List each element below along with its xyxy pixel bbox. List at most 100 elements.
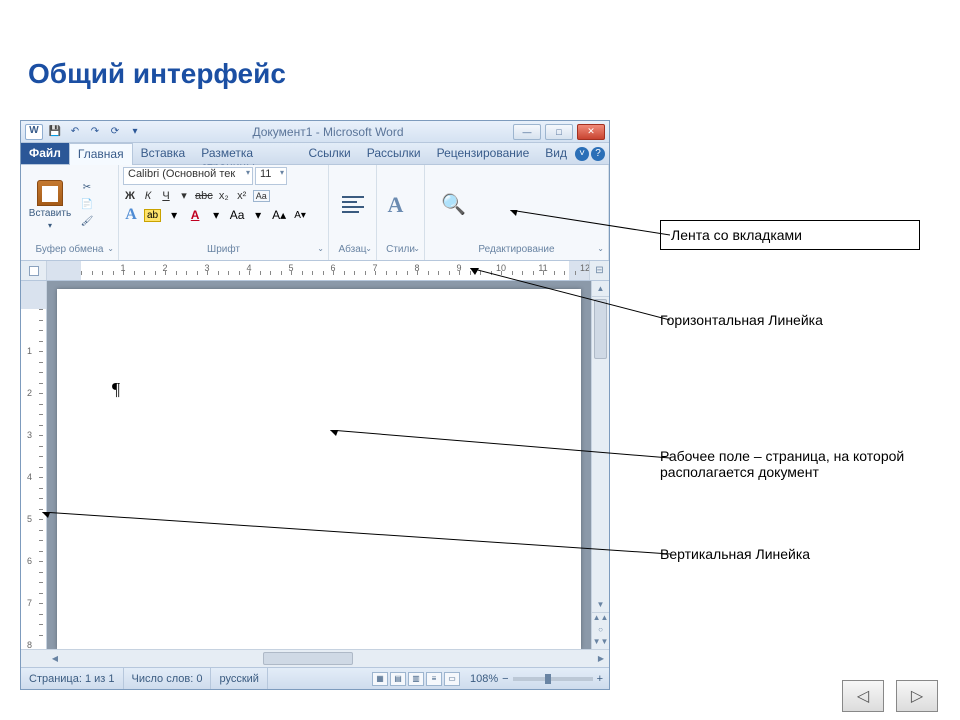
zoom-slider[interactable] (513, 677, 593, 681)
group-editing: 🔍 Редактирование (425, 165, 609, 260)
text-effects-icon[interactable]: A (123, 206, 139, 224)
next-slide-button[interactable]: ▷ (896, 680, 938, 712)
clipboard-icon (37, 180, 63, 206)
hscroll-thumb[interactable] (263, 652, 353, 665)
prev-page-icon[interactable]: ▲▲ (592, 613, 609, 625)
status-page[interactable]: Страница: 1 из 1 (21, 668, 124, 689)
align-icon (342, 194, 364, 216)
grow-font-icon[interactable]: A▴ (271, 208, 287, 222)
group-font-label: Шрифт (119, 244, 328, 260)
bold-button[interactable]: Ж (123, 190, 137, 202)
tab-file[interactable]: Файл (21, 143, 69, 164)
scroll-up-icon[interactable]: ▲ (592, 281, 609, 297)
statusbar: Страница: 1 из 1 Число слов: 0 русский ▦… (21, 667, 609, 689)
redo-icon[interactable]: ↷ (87, 124, 103, 140)
underline-button[interactable]: Ч (159, 190, 173, 202)
view-buttons: ▦ ▤ ▥ ≡ ▭ (368, 672, 464, 686)
scroll-thumb[interactable] (594, 299, 607, 359)
page[interactable]: ¶ (57, 289, 581, 649)
browse-object-icon[interactable]: ○ (592, 625, 609, 637)
paste-label: Вставить (29, 208, 71, 219)
vruler-number: 2 (27, 388, 32, 398)
minimize-button[interactable]: — (513, 124, 541, 140)
titlebar: W 💾 ↶ ↷ ⟳ ▾ Документ1 - Microsoft Word —… (21, 121, 609, 143)
ruler-toggle-icon[interactable]: ⊟ (589, 261, 609, 280)
vruler-number: 8 (27, 640, 32, 649)
maximize-button[interactable]: □ (545, 124, 573, 140)
vertical-scrollbar[interactable]: ▲ ▼ ▲▲ ○ ▼▼ (591, 281, 609, 649)
view-print-icon[interactable]: ▦ (372, 672, 388, 686)
help-icon[interactable]: ? (591, 147, 605, 161)
group-styles: A Стили (377, 165, 425, 260)
scroll-left-icon[interactable]: ◀ (47, 650, 63, 667)
ribbon-min-icon[interactable]: ˅ (575, 147, 589, 161)
word-logo-icon[interactable]: W (25, 124, 43, 140)
zoom-value[interactable]: 108% (470, 673, 498, 685)
close-button[interactable]: ✕ (577, 124, 605, 140)
horizontal-ruler[interactable]: 123456789101112 (47, 261, 589, 280)
undo-icon[interactable]: ↶ (67, 124, 83, 140)
strike-button[interactable]: abc (195, 190, 213, 202)
next-page-icon[interactable]: ▼▼ (592, 637, 609, 649)
tab-layout[interactable]: Разметка страницы (193, 143, 300, 164)
callout-ribbon: Лента со вкладками (660, 220, 920, 250)
word-window: W 💾 ↶ ↷ ⟳ ▾ Документ1 - Microsoft Word —… (20, 120, 610, 690)
tab-home[interactable]: Главная (69, 143, 133, 165)
work-area: 12345678 ¶ ▲ ▼ ▲▲ ○ ▼▼ (21, 281, 609, 649)
refresh-icon[interactable]: ⟳ (107, 124, 123, 140)
save-icon[interactable]: 💾 (47, 124, 63, 140)
callout-workarea: Рабочее поле – страница, на которой расп… (660, 448, 910, 480)
italic-button[interactable]: К (141, 190, 155, 202)
tab-insert[interactable]: Вставка (133, 143, 194, 164)
copy-icon[interactable]: 📄 (79, 198, 95, 212)
group-font: Calibri (Основной тек 11 Ж К Ч ▾ abc x₂ … (119, 165, 329, 260)
zoom-out-icon[interactable]: − (502, 673, 508, 685)
quick-access-toolbar: W 💾 ↶ ↷ ⟳ ▾ (25, 124, 143, 140)
view-draft-icon[interactable]: ▭ (444, 672, 460, 686)
editing-button[interactable]: 🔍 (429, 175, 479, 235)
status-words[interactable]: Число слов: 0 (124, 668, 212, 689)
subscript-button[interactable]: x₂ (217, 190, 231, 202)
horizontal-scrollbar[interactable]: ◀ ▶ (21, 649, 609, 667)
superscript-button[interactable]: x² (235, 190, 249, 202)
format-painter-icon[interactable]: 🖌 (79, 215, 95, 229)
cut-icon[interactable]: ✂ (79, 181, 95, 195)
document-surface[interactable]: ¶ (47, 281, 591, 649)
vruler-number: 3 (27, 430, 32, 440)
ribbon: Вставить ▾ ✂ 📄 🖌 Буфер обмена Calibri (О… (21, 165, 609, 261)
shrink-font-icon[interactable]: A▾ (292, 210, 308, 221)
scroll-down-icon[interactable]: ▼ (592, 597, 609, 613)
prev-slide-button[interactable]: ◁ (842, 680, 884, 712)
pilcrow-mark: ¶ (112, 379, 120, 400)
status-language[interactable]: русский (211, 668, 267, 689)
group-editing-label: Редактирование (425, 244, 608, 260)
font-name-combo[interactable]: Calibri (Основной тек (123, 167, 253, 185)
vruler-number: 5 (27, 514, 32, 524)
view-outline-icon[interactable]: ≡ (426, 672, 442, 686)
view-web-icon[interactable]: ▥ (408, 672, 424, 686)
tab-review[interactable]: Рецензирование (429, 143, 538, 164)
vertical-ruler[interactable]: 12345678 (21, 281, 47, 649)
tab-view[interactable]: Вид (537, 143, 575, 164)
change-case-button[interactable]: Aa (253, 190, 270, 202)
vruler-number: 6 (27, 556, 32, 566)
slide-nav: ◁ ▷ (842, 680, 938, 712)
ruler-corner[interactable] (21, 261, 47, 280)
zoom-in-icon[interactable]: + (597, 673, 603, 685)
highlight-icon[interactable]: ab (144, 209, 161, 222)
vruler-number: 1 (27, 346, 32, 356)
styles-button[interactable]: A (381, 175, 420, 235)
tab-mailings[interactable]: Рассылки (359, 143, 429, 164)
font-color-icon[interactable]: A (187, 208, 203, 222)
view-read-icon[interactable]: ▤ (390, 672, 406, 686)
font-size-combo[interactable]: 11 (255, 167, 287, 185)
paragraph-button[interactable] (333, 175, 372, 235)
window-title: Документ1 - Microsoft Word (143, 125, 513, 139)
zoom-controls: 108% − + (464, 673, 609, 685)
scroll-right-icon[interactable]: ▶ (593, 650, 609, 667)
tab-references[interactable]: Ссылки (301, 143, 359, 164)
window-controls: — □ ✕ (513, 124, 605, 140)
qat-more-icon[interactable]: ▾ (127, 124, 143, 140)
change-case-icon[interactable]: Aa (229, 208, 245, 222)
paste-button[interactable]: Вставить ▾ (25, 175, 75, 235)
